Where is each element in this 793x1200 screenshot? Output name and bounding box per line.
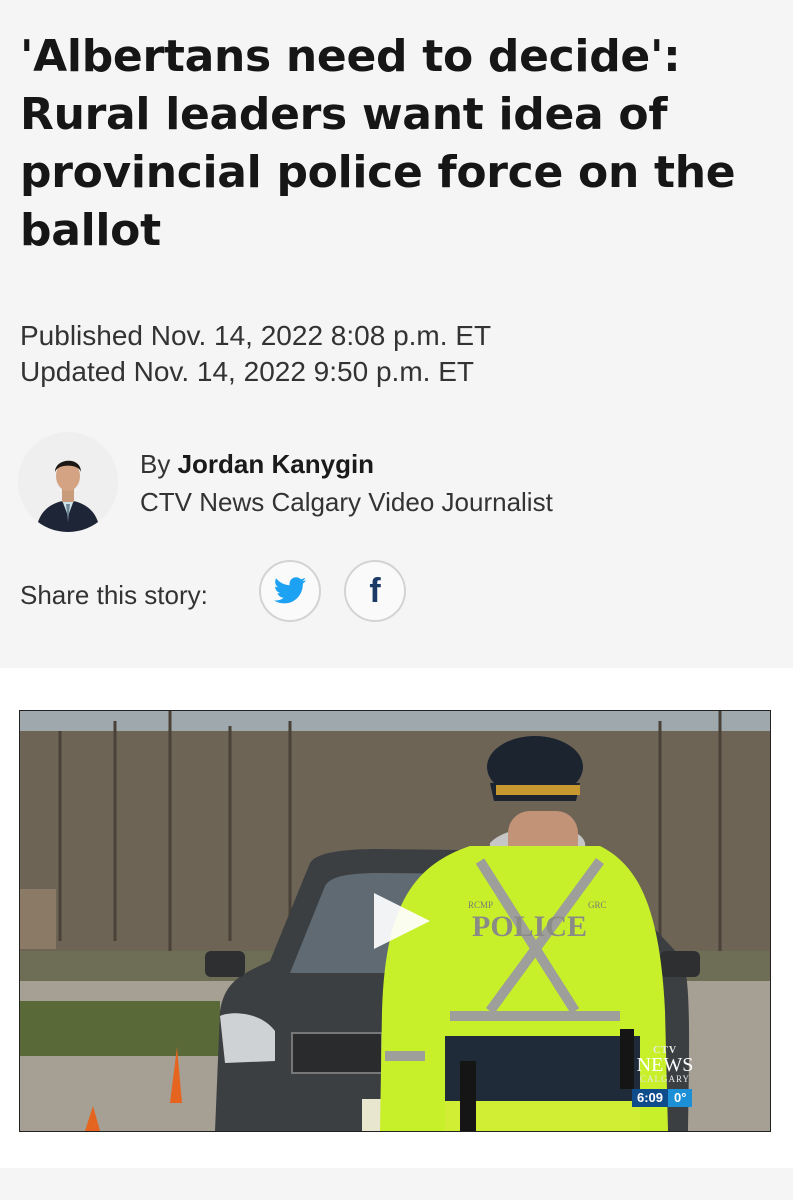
facebook-f-icon: f (369, 572, 381, 610)
vest-police-text: POLICE (472, 910, 587, 943)
author-role: CTV News Calgary Video Journalist (140, 487, 553, 517)
updated-date: Updated Nov. 14, 2022 9:50 p.m. ET (20, 356, 474, 387)
by-prefix: By (140, 449, 171, 479)
twitter-share-button[interactable] (259, 560, 321, 622)
time-temp-bar: 6:09 0° (632, 1089, 693, 1107)
author-avatar[interactable] (18, 432, 118, 532)
clock-readout: 6:09 (632, 1089, 669, 1107)
play-triangle-icon[interactable] (370, 889, 434, 953)
share-label: Share this story: (20, 580, 208, 610)
station-city: CALGARY (639, 1074, 690, 1084)
video-section: RCMP GRC POLICE CTV NEWS CALGARY 6:09 0° (0, 668, 793, 1168)
station-word: NEWS (636, 1054, 694, 1076)
vest-rcmp-text: RCMP (468, 900, 493, 910)
author-photo-icon (18, 432, 118, 532)
vest-grc-text: GRC (588, 900, 607, 910)
video-player[interactable]: RCMP GRC POLICE CTV NEWS CALGARY 6:09 0° (19, 710, 771, 1132)
twitter-bird-icon (273, 577, 307, 604)
author-name-line: By Jordan Kanygin (140, 446, 374, 482)
author-name[interactable]: Jordan Kanygin (178, 449, 374, 479)
temperature-readout: 0° (668, 1089, 693, 1107)
published-date: Published Nov. 14, 2022 8:08 p.m. ET (20, 320, 492, 351)
article-dates: Published Nov. 14, 2022 8:08 p.m. ET Upd… (20, 318, 491, 390)
station-logo: CTV NEWS CALGARY (632, 1045, 698, 1084)
share-bar: Share this story: f (20, 560, 520, 626)
author-byline: By Jordan Kanygin CTV News Calgary Video… (18, 432, 718, 536)
facebook-share-button[interactable]: f (344, 560, 406, 622)
article-headline: 'Albertans need to decide': Rural leader… (20, 31, 736, 256)
